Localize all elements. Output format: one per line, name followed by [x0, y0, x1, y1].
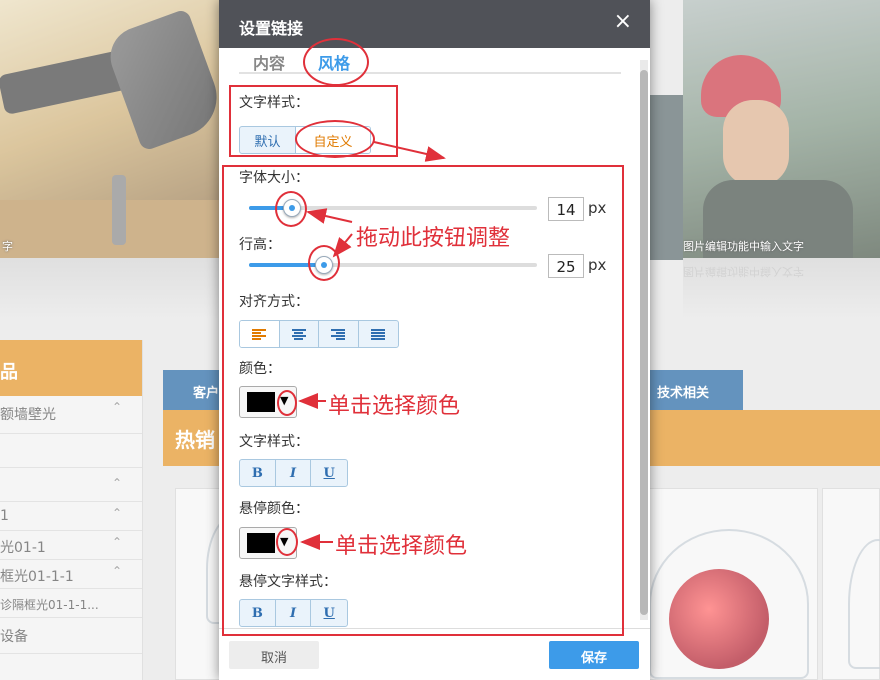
scrollbar-thumb[interactable]	[640, 70, 648, 615]
annotation-circle-custom	[295, 120, 375, 158]
annotation-hover-color-hint: 单击选择颜色	[335, 534, 468, 559]
annotation-circle-style-tab	[303, 38, 369, 86]
annotation-circle-font-size-handle	[275, 191, 307, 227]
annotation-drag-hint: 拖动此按钮调整	[356, 226, 511, 251]
dialog-tabs: 内容 风格	[239, 48, 621, 74]
dialog-header: 设置链接 ×	[219, 0, 650, 48]
cancel-button[interactable]: 取消	[229, 641, 319, 669]
close-icon[interactable]: ×	[614, 11, 632, 33]
annotation-circle-line-height-handle	[308, 245, 340, 281]
dialog-title: 设置链接	[239, 19, 304, 38]
tab-content[interactable]: 内容	[253, 50, 285, 74]
save-button[interactable]: 保存	[549, 641, 639, 669]
annotation-color-hint: 单击选择颜色	[328, 394, 461, 419]
annotation-circle-color-arrow	[277, 390, 297, 416]
annotation-circle-hover-color-arrow	[276, 528, 298, 556]
